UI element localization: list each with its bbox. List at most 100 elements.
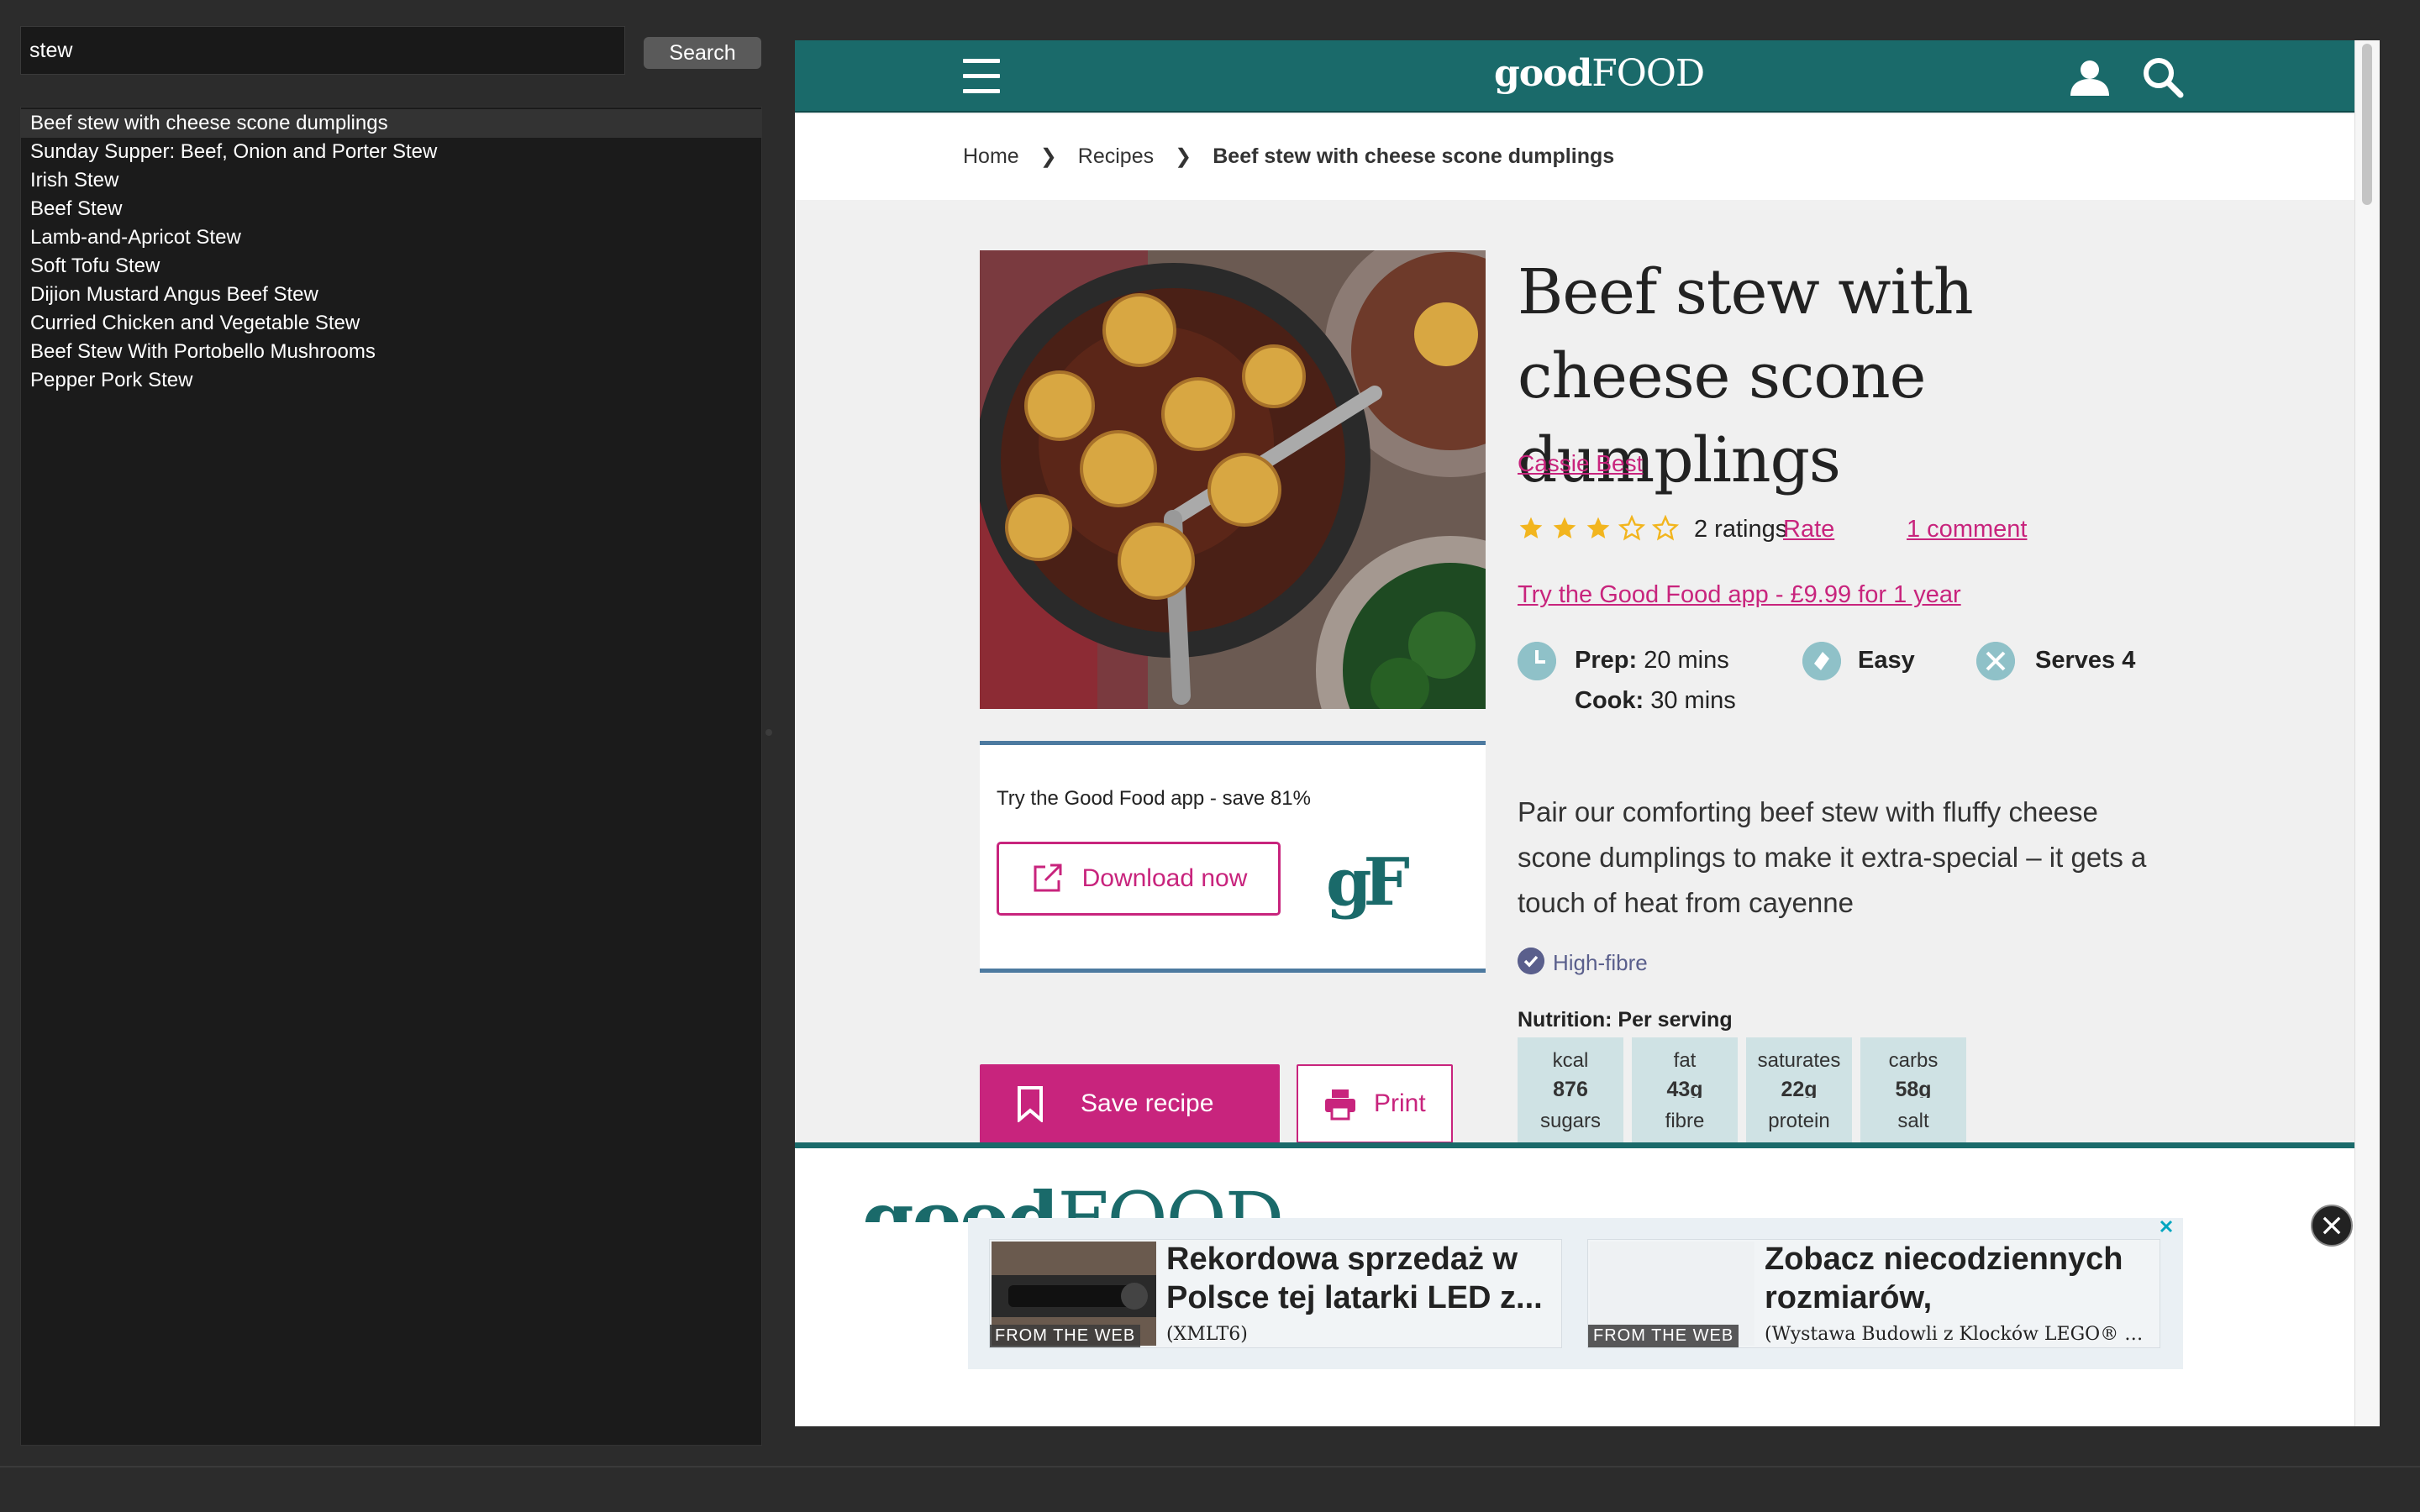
result-item[interactable]: Pepper Pork Stew — [21, 366, 761, 395]
logo-good: good — [1494, 52, 1592, 95]
nutrition-fibre: fibre — [1632, 1098, 1738, 1148]
site-logo[interactable]: goodFOOD — [1494, 52, 1705, 95]
chevron-right-icon: ❯ — [1039, 145, 1057, 168]
prep-time: Prep: 20 mins — [1575, 647, 1729, 675]
nutrition-label: kcal — [1552, 1049, 1589, 1072]
breadcrumb-current: Beef stew with cheese scone dumplings — [1213, 144, 1615, 168]
nutrition-label: salt — [1897, 1110, 1929, 1132]
nutrition-label: carbs — [1888, 1049, 1939, 1072]
ad-title[interactable]: Zobacz niecodziennych rozmiarów, giganty… — [1765, 1240, 2151, 1317]
check-badge-icon — [1518, 948, 1544, 974]
nutrition-label: sugars — [1539, 1110, 1602, 1132]
serves: Serves 4 — [2035, 647, 2135, 675]
nutrition-label: saturates — [1757, 1049, 1841, 1072]
close-icon[interactable] — [2311, 1205, 2353, 1247]
logo-food: FOOD — [1591, 52, 1705, 95]
nutrition-label: fat — [1673, 1049, 1697, 1072]
difficulty: Easy — [1858, 647, 1915, 675]
ad-brand: (XMLT6) — [1166, 1324, 1248, 1345]
result-item[interactable]: Beef stew with cheese scone dumplings — [21, 109, 761, 138]
result-item[interactable]: Irish Stew — [21, 166, 761, 195]
external-link-icon — [1034, 864, 1062, 892]
ad-source-label: FROM THE WEB — [990, 1325, 1141, 1347]
result-item[interactable]: Beef Stew With Portobello Mushrooms — [21, 338, 761, 366]
result-item[interactable]: Curried Chicken and Vegetable Stew — [21, 309, 761, 338]
result-item[interactable]: Lamb-and-Apricot Stew — [21, 223, 761, 252]
prep-label: Prep: — [1575, 647, 1638, 674]
menu-icon[interactable] — [963, 59, 1000, 94]
logo-food: FOOD — [1057, 1182, 1282, 1223]
promo-text: Try the Good Food app - save 81% — [997, 787, 1311, 810]
nutrition-salt: salt — [1860, 1098, 1966, 1148]
pane-splitter-handle[interactable] — [765, 729, 772, 736]
site-header: goodFOOD — [795, 40, 2354, 113]
ad-container: FROM THE WEB Rekordowa sprzedaż w Polsce… — [968, 1218, 2183, 1369]
ad-card[interactable]: FROM THE WEB Zobacz niecodziennych rozmi… — [1587, 1239, 2160, 1348]
recipe-photo — [980, 250, 1486, 709]
author-link[interactable]: Cassie Best — [1518, 450, 1643, 477]
breadcrumb-bar: Home ❯ Recipes ❯ Beef stew with cheese s… — [795, 114, 2354, 200]
ad-site-logo: goodFOOD — [862, 1182, 1282, 1222]
save-recipe-button[interactable]: Save recipe — [980, 1064, 1280, 1143]
status-bar — [0, 1466, 2420, 1512]
chevron-right-icon: ❯ — [1175, 145, 1192, 168]
print-button[interactable]: Print — [1297, 1064, 1453, 1143]
ad-overlay: goodFOOD FROM THE WEB Rekordowa sprzedaż… — [795, 1142, 2354, 1426]
cook-label: Cook: — [1575, 687, 1644, 714]
ad-brand: (Wystawa Budowli z Klocków LEGO® Rz... — [1765, 1324, 2151, 1345]
breadcrumb: Home ❯ Recipes ❯ Beef stew with cheese s… — [963, 144, 1614, 169]
nutrition-protein: protein — [1746, 1098, 1852, 1148]
clock-icon — [1518, 642, 1556, 680]
print-label: Print — [1374, 1089, 1426, 1117]
ad-source-label: FROM THE WEB — [1588, 1325, 1739, 1347]
logo-good: good — [862, 1182, 1059, 1222]
save-recipe-label: Save recipe — [1081, 1089, 1214, 1117]
breadcrumb-home[interactable]: Home — [963, 144, 1019, 169]
nutrition-label: fibre — [1665, 1110, 1705, 1132]
recipe-description: Pair our comforting beef stew with fluff… — [1518, 796, 2147, 918]
difficulty-value: Easy — [1858, 647, 1915, 674]
web-view: goodFOOD Home ❯ Recipes ❯ Beef stew with… — [795, 40, 2380, 1426]
app-logo: gF — [1326, 844, 1410, 921]
app-promo-box: Try the Good Food app - save 81% Downloa… — [980, 741, 1486, 973]
star-filled-icon — [1553, 517, 1576, 538]
cook-time: Cook: 30 mins — [1575, 687, 1736, 715]
download-now-label: Download now — [1081, 864, 1248, 892]
result-item[interactable]: Dijion Mustard Angus Beef Stew — [21, 281, 761, 309]
search-button[interactable]: Search — [644, 37, 761, 69]
results-list: Beef stew with cheese scone dumplings Su… — [20, 107, 762, 1446]
app-offer-link[interactable]: Try the Good Food app - £9.99 for 1 year — [1518, 581, 1961, 609]
prep-value: 20 mins — [1644, 647, 1729, 674]
star-rating[interactable] — [1518, 515, 1679, 542]
nutrition-label: protein — [1768, 1110, 1830, 1132]
scrollbar[interactable] — [2354, 40, 2380, 1426]
star-filled-icon — [1586, 517, 1610, 538]
star-empty-icon — [1618, 515, 1645, 541]
result-item[interactable]: Sunday Supper: Beef, Onion and Porter St… — [21, 138, 761, 166]
comments-link[interactable]: 1 comment — [1907, 516, 2027, 543]
star-empty-icon — [1652, 515, 1679, 541]
ad-card[interactable]: FROM THE WEB Rekordowa sprzedaż w Polsce… — [989, 1239, 1562, 1348]
result-item[interactable]: Beef Stew — [21, 195, 761, 223]
cutlery-icon — [1976, 642, 2015, 680]
user-icon[interactable] — [2069, 59, 2111, 96]
nutrition-heading: Nutrition: Per serving — [1518, 1008, 1733, 1032]
result-item[interactable]: Soft Tofu Stew — [21, 252, 761, 281]
download-now-button[interactable]: Download now — [997, 842, 1281, 916]
rate-link[interactable]: Rate — [1783, 516, 1834, 543]
serves-value: Serves 4 — [2035, 647, 2136, 674]
scrollbar-thumb[interactable] — [2362, 44, 2372, 205]
search-icon[interactable] — [2141, 55, 2185, 99]
chef-hat-icon — [1802, 642, 1841, 680]
printer-icon — [1325, 1089, 1355, 1121]
ad-close-x-icon[interactable] — [2158, 1218, 2175, 1235]
bookmark-icon — [1018, 1086, 1043, 1122]
star-filled-icon — [1519, 517, 1543, 538]
breadcrumb-recipes[interactable]: Recipes — [1078, 144, 1154, 169]
ad-title[interactable]: Rekordowa sprzedaż w Polsce tej latarki … — [1166, 1240, 1553, 1317]
ratings-count: 2 ratings — [1694, 516, 1788, 543]
search-input[interactable] — [20, 26, 625, 75]
cook-value: 30 mins — [1650, 687, 1736, 714]
diet-badge-label[interactable]: High-fibre — [1553, 950, 1648, 976]
nutrition-sugars: sugars — [1518, 1098, 1623, 1148]
